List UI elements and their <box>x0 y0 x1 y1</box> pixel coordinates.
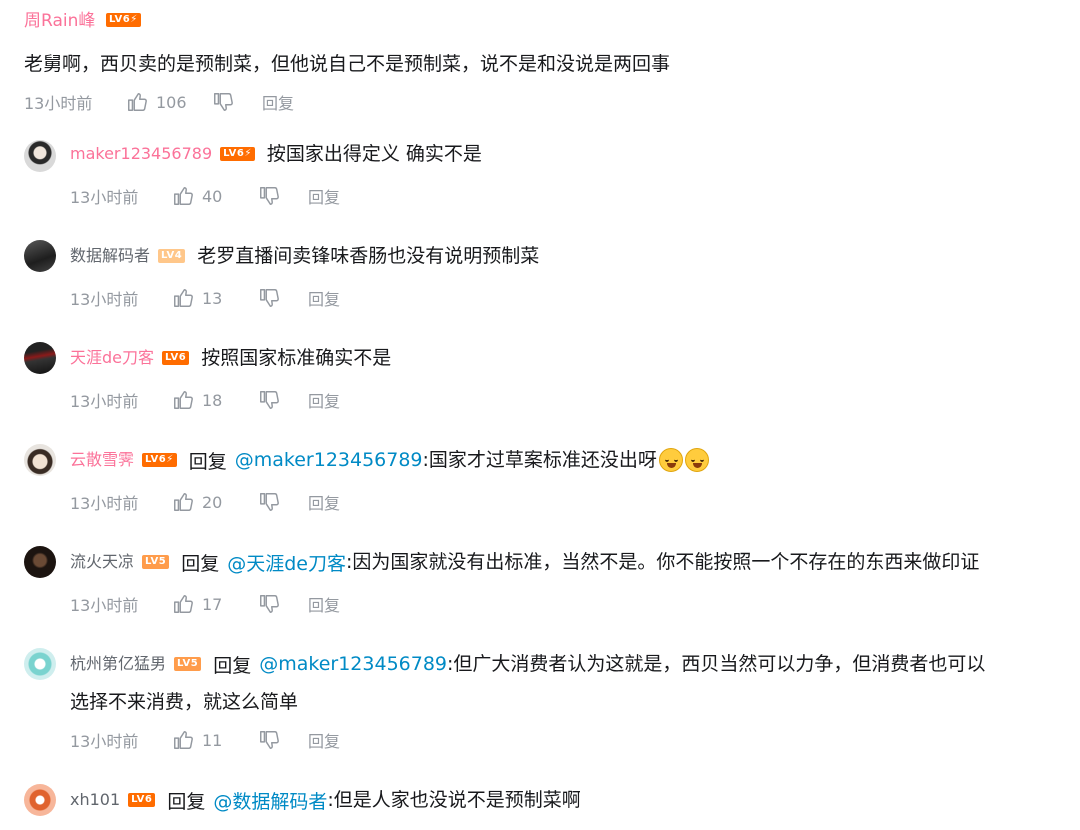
thumb-down-icon <box>260 289 279 307</box>
user-level-badge: LV6⚡ <box>106 13 141 27</box>
user-level-badge: LV6⚡ <box>220 147 255 161</box>
reply-text-continued: 选择不来消费，就这么简单 <box>70 691 299 713</box>
thumb-down-icon <box>260 391 279 409</box>
dislike-button[interactable] <box>258 185 308 207</box>
reply-time: 13小时前 <box>70 494 139 513</box>
reply-button[interactable]: 回复 <box>308 184 340 208</box>
reply-time: 13小时前 <box>70 732 139 751</box>
dislike-button[interactable] <box>258 593 308 615</box>
reply-username[interactable]: 数据解码者 <box>70 241 150 271</box>
reply-time: 13小时前 <box>70 290 139 309</box>
dislike-button[interactable] <box>212 91 262 113</box>
like-button[interactable]: 20 <box>172 491 258 513</box>
comment-meta: 13小时前 106 回复 <box>24 90 294 114</box>
reply-button[interactable]: 回复 <box>308 286 340 310</box>
reply-meta: 13小时前 17 回复 <box>70 592 340 616</box>
like-button[interactable]: 106 <box>126 91 212 113</box>
avatar[interactable] <box>24 648 56 680</box>
reply-keyword: 回复 <box>181 552 220 575</box>
laughing-tears-emoji <box>684 448 709 472</box>
like-count: 18 <box>202 390 223 410</box>
thumb-up-icon <box>174 187 193 205</box>
reply-meta: 13小时前 20 回复 <box>70 490 340 514</box>
thumb-down-icon <box>214 93 233 111</box>
thumb-down-icon <box>260 595 279 613</box>
thumb-up-icon <box>174 289 193 307</box>
reply-text: 老罗直播间卖锋味香肠也没有说明预制菜 <box>197 245 540 267</box>
user-level-badge: LV4 <box>158 249 186 263</box>
user-level-badge: LV6 <box>128 793 156 807</box>
dislike-button[interactable] <box>258 491 308 513</box>
like-count: 17 <box>202 594 223 614</box>
dislike-button[interactable] <box>258 389 308 411</box>
user-level-badge: LV5 <box>174 657 202 671</box>
reply-username[interactable]: 杭州第亿猛男 <box>70 649 166 679</box>
reply-text: :国家才过草案标准还没出呀 <box>422 449 657 471</box>
reply-username[interactable]: maker123456789 <box>70 139 212 169</box>
thumb-up-icon <box>174 731 193 749</box>
reply-time: 13小时前 <box>70 392 139 411</box>
like-button[interactable]: 18 <box>172 389 258 411</box>
mention-link[interactable]: @数据解码者 <box>213 787 327 814</box>
reply-button[interactable]: 回复 <box>262 90 294 114</box>
thumb-down-icon <box>260 493 279 511</box>
thumb-down-icon <box>260 731 279 749</box>
mention-link[interactable]: @maker123456789 <box>235 449 423 471</box>
reply-button[interactable]: 回复 <box>308 728 340 752</box>
user-level-badge: LV6 <box>162 351 190 365</box>
like-button[interactable]: 11 <box>172 729 258 751</box>
avatar[interactable] <box>24 240 56 272</box>
like-count: 20 <box>202 492 223 512</box>
avatar[interactable] <box>24 546 56 578</box>
reply-username[interactable]: 云散雪霁 <box>70 445 134 475</box>
reply-text: :但广大消费者认为这就是，西贝当然可以力争，但消费者也可以 <box>447 653 986 675</box>
reply-button[interactable]: 回复 <box>308 592 340 616</box>
like-button[interactable]: 17 <box>172 593 258 615</box>
dislike-button[interactable] <box>258 729 308 751</box>
mention-link[interactable]: @天涯de刀客 <box>227 549 346 576</box>
comment-time: 13小时前 <box>24 94 93 113</box>
thumb-up-icon <box>174 493 193 511</box>
thumb-up-icon <box>128 93 147 111</box>
reply-username[interactable]: 天涯de刀客 <box>70 343 154 373</box>
like-count: 11 <box>202 730 223 750</box>
comment-username[interactable]: 周Rain峰 <box>24 9 95 33</box>
reply-meta: 13小时前 40 回复 <box>70 184 340 208</box>
like-button[interactable]: 13 <box>172 287 258 309</box>
user-level-badge: LV5 <box>142 555 170 569</box>
thumb-down-icon <box>260 187 279 205</box>
reply-keyword: 回复 <box>167 790 206 813</box>
like-count: 106 <box>156 92 187 112</box>
reply-text: 按国家出得定义 确实不是 <box>266 143 482 165</box>
reply-keyword: 回复 <box>213 654 252 677</box>
avatar[interactable] <box>24 342 56 374</box>
reply-meta: 13小时前 13 回复 <box>70 286 340 310</box>
avatar[interactable] <box>24 140 56 172</box>
comment-text: 老舅啊，西贝卖的是预制菜，但他说自己不是预制菜，说不是和没说是两回事 <box>24 53 671 75</box>
reply-time: 13小时前 <box>70 188 139 207</box>
like-count: 13 <box>202 288 223 308</box>
dislike-button[interactable] <box>258 287 308 309</box>
like-count: 40 <box>202 186 223 206</box>
thumb-up-icon <box>174 595 193 613</box>
reply-meta: 13小时前 18 回复 <box>70 388 340 412</box>
avatar[interactable] <box>24 444 56 476</box>
like-button[interactable]: 40 <box>172 185 258 207</box>
laughing-tears-emoji <box>658 448 683 472</box>
reply-keyword: 回复 <box>188 450 227 473</box>
reply-username[interactable]: 流火天凉 <box>70 547 134 577</box>
mention-link[interactable]: @maker123456789 <box>259 653 447 675</box>
user-level-badge: LV6⚡ <box>142 453 177 467</box>
reply-time: 13小时前 <box>70 596 139 615</box>
thumb-up-icon <box>174 391 193 409</box>
reply-text: :因为国家就没有出标准，当然不是。你不能按照一个不存在的东西来做印证 <box>346 551 980 573</box>
reply-button[interactable]: 回复 <box>308 490 340 514</box>
avatar[interactable] <box>24 784 56 816</box>
reply-meta: 13小时前 11 回复 <box>70 728 340 752</box>
reply-button[interactable]: 回复 <box>308 388 340 412</box>
reply-text: 按照国家标准确实不是 <box>201 347 392 369</box>
reply-text: :但是人家也没说不是预制菜啊 <box>327 789 581 811</box>
reply-username[interactable]: xh101 <box>70 785 120 815</box>
